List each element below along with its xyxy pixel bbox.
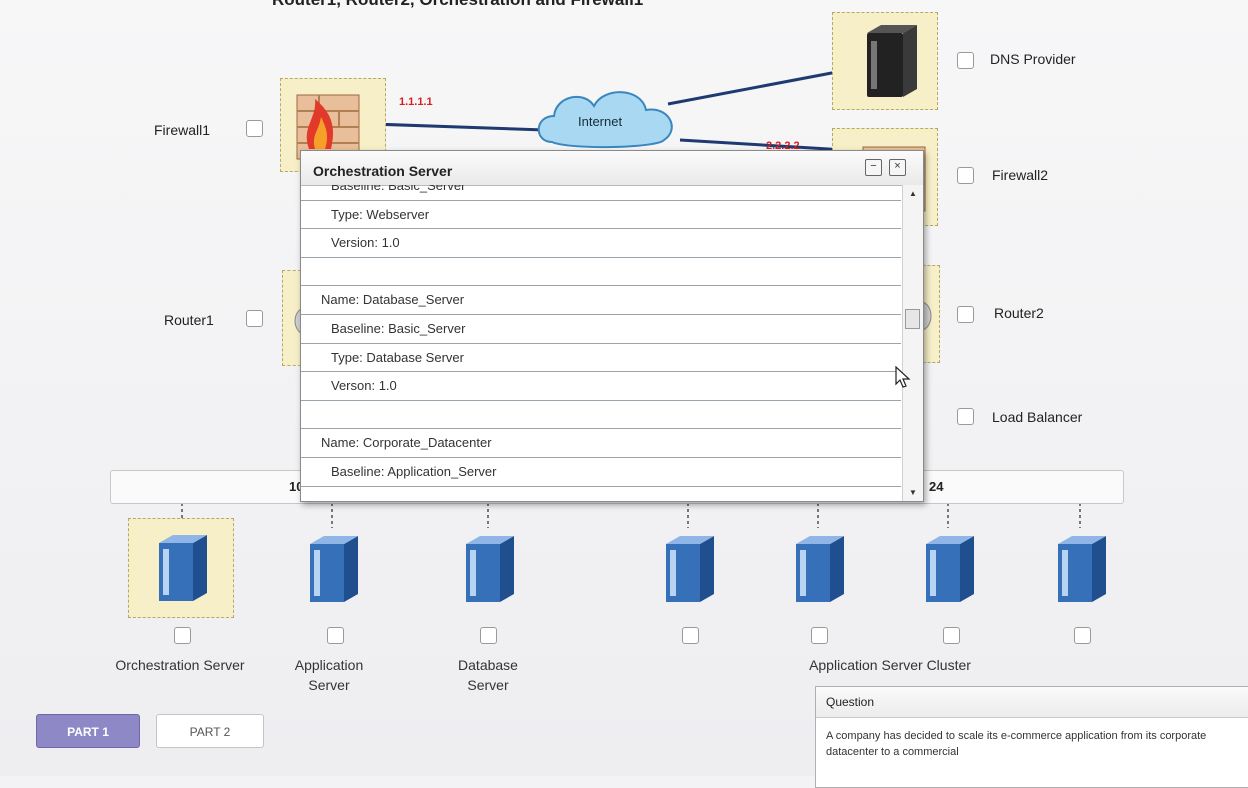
- database-server-label: Database Server: [458, 657, 518, 693]
- server-icon: [867, 25, 917, 97]
- question-header: Question: [816, 687, 1248, 718]
- popup-row: [301, 258, 901, 287]
- popup-row: Version: 1.0: [301, 229, 901, 258]
- question-text: A company has decided to scale its e-com…: [826, 730, 1207, 758]
- popup-row: Baseline: Application_Server: [301, 458, 901, 487]
- orchestration-server-label: Orchestration Server: [115, 657, 245, 673]
- cluster-server-checkbox[interactable]: [682, 627, 699, 644]
- close-button[interactable]: ×: [889, 159, 906, 176]
- link-internet-firewall2: [679, 138, 846, 152]
- internet-node[interactable]: Internet: [530, 80, 690, 160]
- scroll-up-icon[interactable]: ▲: [909, 189, 917, 198]
- cluster-server-node[interactable]: [776, 526, 860, 612]
- application-server-checkbox[interactable]: [327, 627, 344, 644]
- popup-row: Type: Database Server: [301, 344, 901, 373]
- popup-title: Orchestration Server: [313, 163, 453, 179]
- popup-rows: Baseline: Basic_Server Type: Webserver V…: [301, 185, 901, 487]
- part2-tab[interactable]: PART 2: [156, 714, 264, 748]
- application-server-node[interactable]: [290, 526, 374, 612]
- orchestration-server-popup[interactable]: Orchestration Server − × Baseline: Basic…: [300, 150, 924, 502]
- cluster-server-checkbox[interactable]: [1074, 627, 1091, 644]
- internet-label: Internet: [578, 114, 623, 129]
- server-icon: [310, 536, 358, 602]
- scrollbar-thumb[interactable]: [905, 309, 920, 329]
- firewall1-ip: 1.1.1.1: [399, 96, 433, 108]
- dns-provider-label: DNS Provider: [990, 51, 1076, 67]
- popup-row: Type: Webserver: [301, 201, 901, 230]
- firewall1-label: Firewall1: [154, 122, 211, 138]
- cluster-server-node[interactable]: [646, 526, 730, 612]
- cluster-label: Application Server Cluster: [809, 657, 971, 673]
- part1-tab[interactable]: PART 1: [36, 714, 140, 748]
- load-balancer-checkbox[interactable]: [957, 408, 974, 425]
- server-icon: [926, 536, 974, 602]
- firewall2-checkbox[interactable]: [957, 167, 974, 184]
- application-server-label: Application Server: [294, 657, 364, 693]
- dns-provider-node[interactable]: [832, 12, 938, 110]
- cluster-server-node[interactable]: [906, 526, 990, 612]
- dns-provider-checkbox[interactable]: [957, 52, 974, 69]
- mouse-cursor-icon: [895, 366, 911, 388]
- popup-row: [301, 401, 901, 430]
- database-server-checkbox[interactable]: [480, 627, 497, 644]
- popup-body: Baseline: Basic_Server Type: Webserver V…: [301, 185, 901, 501]
- server-icon: [159, 535, 207, 601]
- firewall1-checkbox[interactable]: [246, 120, 263, 137]
- router1-label: Router1: [164, 312, 214, 328]
- popup-row: Baseline: Basic_Server: [301, 315, 901, 344]
- server-icon: [1058, 536, 1106, 602]
- network-simulation-canvas: Router1, Router2, Orchestration and Fire…: [0, 0, 1248, 788]
- router2-label: Router2: [994, 305, 1044, 321]
- cluster-server-node[interactable]: [1038, 526, 1122, 612]
- popup-header[interactable]: Orchestration Server − ×: [301, 151, 923, 186]
- popup-row: Verson: 1.0: [301, 372, 901, 401]
- popup-row: Baseline: Basic_Server: [301, 185, 901, 201]
- switch-right-label: 24: [929, 479, 944, 494]
- popup-row: Name: Corporate_Datacenter: [301, 429, 901, 458]
- question-panel: Question A company has decided to scale …: [815, 686, 1248, 788]
- server-icon: [666, 536, 714, 602]
- popup-scrollbar[interactable]: ▲ ▼: [902, 185, 923, 501]
- popup-row: Name: Database_Server: [301, 286, 901, 315]
- minimize-button[interactable]: −: [865, 159, 882, 176]
- cluster-server-checkbox[interactable]: [811, 627, 828, 644]
- link-internet-dns: [667, 66, 859, 106]
- orchestration-server-checkbox[interactable]: [174, 627, 191, 644]
- scroll-down-icon[interactable]: ▼: [909, 488, 917, 497]
- load-balancer-label: Load Balancer: [992, 409, 1083, 425]
- router1-checkbox[interactable]: [246, 310, 263, 327]
- cluster-server-checkbox[interactable]: [943, 627, 960, 644]
- server-icon: [466, 536, 514, 602]
- router2-checkbox[interactable]: [957, 306, 974, 323]
- database-server-node[interactable]: [446, 526, 530, 612]
- link-firewall1-internet: [371, 122, 546, 132]
- firewall2-label: Firewall2: [992, 167, 1049, 183]
- orchestration-server-node[interactable]: [128, 518, 234, 618]
- server-icon: [796, 536, 844, 602]
